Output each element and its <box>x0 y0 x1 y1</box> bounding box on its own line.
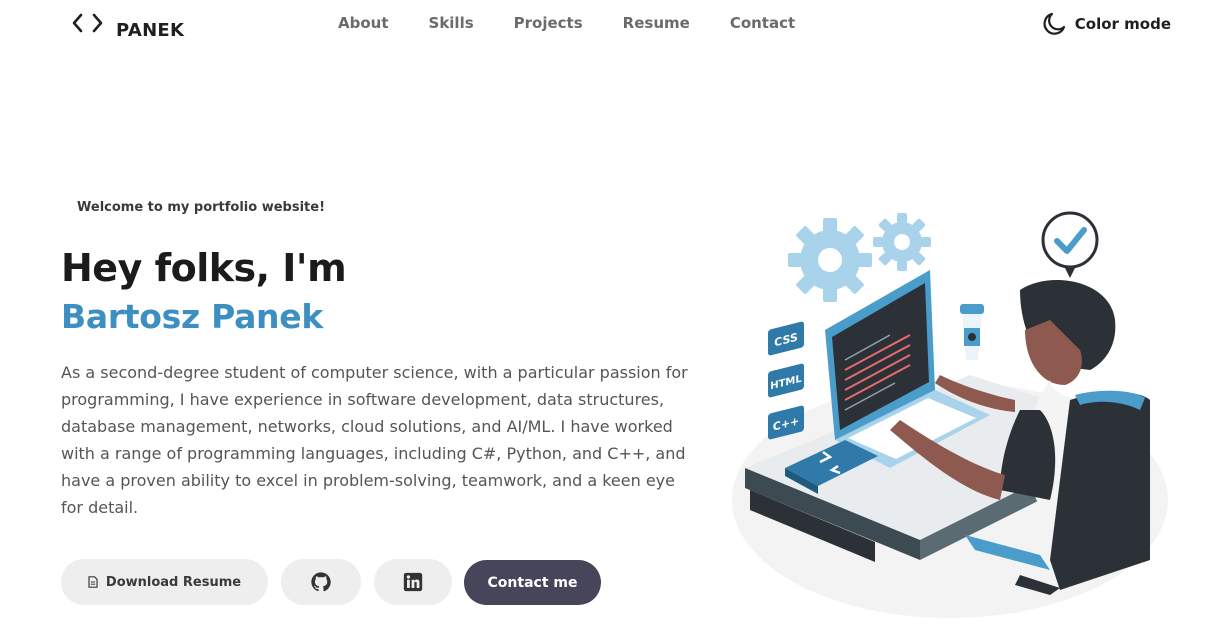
hero-name: Bartosz Panek <box>61 297 323 336</box>
nav-links: About Skills Projects Resume Contact <box>338 14 795 32</box>
hero-bio: As a second-degree student of computer s… <box>61 363 688 517</box>
github-button[interactable] <box>281 559 361 605</box>
contact-me-label: Contact me <box>487 574 578 591</box>
nav-link-skills[interactable]: Skills <box>429 14 474 32</box>
color-mode-label: Color mode <box>1074 15 1171 33</box>
nav-link-projects[interactable]: Projects <box>514 14 583 32</box>
code-brackets-icon <box>72 13 103 32</box>
language-tags: CSS HTML C++ <box>768 321 804 440</box>
moon-icon <box>1043 12 1065 35</box>
brand-name: PANEK <box>116 20 185 41</box>
color-mode-toggle[interactable]: Color mode <box>1041 11 1171 37</box>
tag-css: CSS <box>768 321 804 356</box>
brand-logo[interactable]: PANEK <box>72 12 184 41</box>
github-icon <box>311 572 331 592</box>
contact-me-button[interactable]: Contact me <box>464 560 601 605</box>
document-icon <box>88 576 98 588</box>
nav-link-about[interactable]: About <box>338 14 389 32</box>
linkedin-icon <box>403 572 423 592</box>
hero-greeting: Hey folks, I'm <box>61 246 347 290</box>
developer-illustration: CSS HTML C++ <box>732 211 1168 618</box>
coffee-cup-icon <box>960 304 984 360</box>
welcome-text: Welcome to my portfolio website! <box>77 200 325 215</box>
linkedin-button[interactable] <box>374 559 452 605</box>
checkmark-bubble-icon <box>1041 211 1099 278</box>
tag-html: HTML <box>768 363 804 398</box>
hero-section: Welcome to my portfolio website! Hey fol… <box>61 200 701 521</box>
top-navbar: PANEK About Skills Projects Resume Conta… <box>0 0 1229 50</box>
gear-icon-large <box>788 218 872 302</box>
download-resume-button[interactable]: Download Resume <box>61 559 268 605</box>
gear-icon-small <box>873 213 931 271</box>
download-resume-label: Download Resume <box>105 574 242 590</box>
nav-link-resume[interactable]: Resume <box>623 14 690 32</box>
nav-link-contact[interactable]: Contact <box>730 14 795 32</box>
